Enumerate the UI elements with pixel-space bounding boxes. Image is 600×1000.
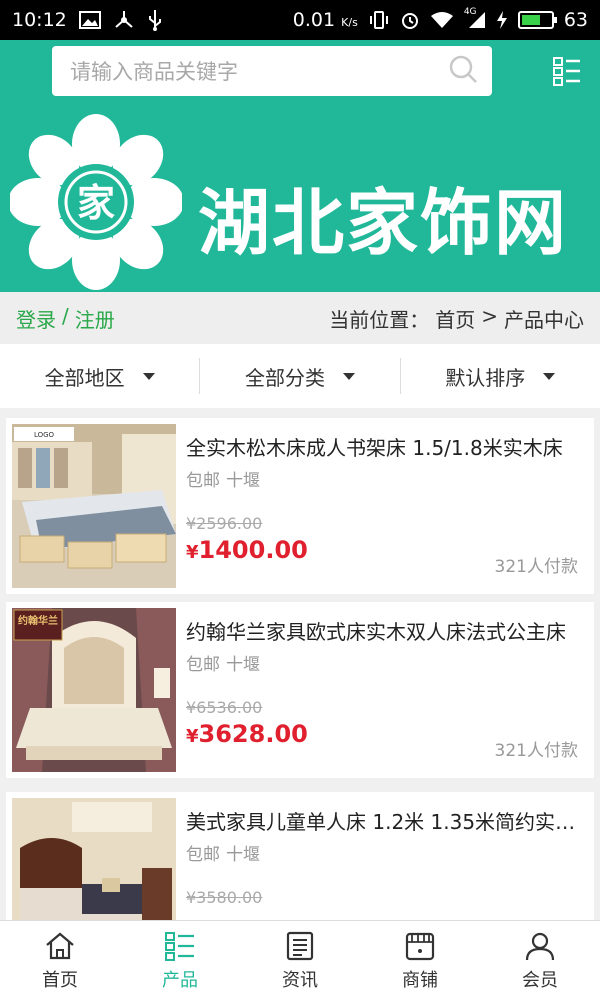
breadcrumb-home[interactable]: 首页: [435, 304, 475, 333]
dropdown-caret-icon: [342, 372, 355, 380]
filter-region-label: 全部地区: [44, 365, 125, 390]
logo-flower-icon: 家: [10, 114, 182, 290]
sold-count: 321人付款: [494, 741, 578, 761]
product-title[interactable]: 美式家具儿童单人床 1.2米 1.35米简约实木床: [186, 806, 582, 835]
status-bar: 10:12 0.01 K/s 4G 63: [0, 0, 600, 40]
breadcrumb-separator: >: [481, 303, 498, 328]
nav-news[interactable]: 资讯: [240, 921, 360, 1000]
product-list-icon: [165, 931, 194, 961]
location-bar: 登录 / 注册 当前位置： 首页 > 产品中心: [0, 292, 600, 344]
logo-char: 家: [77, 181, 115, 225]
nav-shops-label: 商铺: [402, 969, 438, 991]
network-share-icon: [113, 10, 135, 30]
product-meta: 包邮 十堰: [186, 650, 260, 675]
category-menu-icon[interactable]: [552, 56, 582, 86]
filter-sort-label: 默认排序: [445, 365, 526, 390]
product-card[interactable]: LOGO 全实木松木床成人书架床 1.5/1.8米实木床 包邮 十堰 ¥2596…: [6, 418, 594, 594]
filter-bar: 全部地区 全部分类 默认排序: [0, 344, 600, 408]
net-speed: 0.01 K/s: [292, 9, 358, 31]
product-location: 十堰: [226, 655, 260, 675]
product-title[interactable]: 约翰华兰家具欧式床实木双人床法式公主床: [186, 616, 582, 645]
svg-text:LOGO: LOGO: [34, 431, 55, 439]
nav-home[interactable]: 首页: [0, 921, 120, 1000]
brand-mark: 约翰华兰: [18, 614, 58, 627]
banner[interactable]: 家 湖北家饰网: [0, 112, 600, 292]
gallery-icon: [78, 11, 101, 29]
current-price: ¥1400.00: [186, 536, 308, 564]
login-link[interactable]: 登录: [16, 304, 56, 333]
nav-member-label: 会员: [522, 969, 558, 991]
user-icon: [525, 932, 555, 960]
product-card[interactable]: 约翰华兰 约翰华兰家具欧式床实木双人床法式公主床 包邮 十堰 ¥6536.00 …: [6, 602, 594, 778]
usb-icon: [147, 9, 163, 31]
search-input[interactable]: 请输入商品关键字: [52, 46, 492, 96]
login-separator: /: [62, 303, 69, 328]
charging-icon: [496, 10, 508, 30]
filter-category-label: 全部分类: [244, 365, 325, 390]
nav-products-label: 产品: [162, 969, 198, 991]
battery-icon: [517, 11, 557, 29]
alarm-icon: [400, 10, 420, 30]
nav-home-label: 首页: [42, 969, 78, 991]
clock: 10:12: [12, 9, 67, 31]
sold-count: 321人付款: [494, 557, 578, 577]
product-list: LOGO 全实木松木床成人书架床 1.5/1.8米实木床 包邮 十堰 ¥2596…: [0, 410, 600, 920]
wifi-icon: [430, 11, 454, 29]
shop-icon: [405, 932, 435, 960]
search-placeholder: 请输入商品关键字: [70, 60, 238, 84]
vibrate-icon: [368, 11, 390, 29]
original-price: ¥6536.00: [186, 698, 263, 717]
product-meta: 包邮 十堰: [186, 466, 260, 491]
breadcrumb: 当前位置： 首页 > 产品中心: [329, 304, 584, 333]
cell-signal-icon: 4G: [464, 7, 486, 29]
dropdown-caret-icon: [142, 372, 155, 380]
dropdown-caret-icon: [543, 372, 556, 380]
product-location: 十堰: [226, 471, 260, 491]
breadcrumb-current: 产品中心: [504, 307, 584, 332]
product-location: 十堰: [226, 845, 260, 865]
product-meta: 包邮 十堰: [186, 840, 260, 865]
product-image-kids-bed[interactable]: [12, 798, 176, 920]
product-card[interactable]: 美式家具儿童单人床 1.2米 1.35米简约实木床 包邮 十堰 ¥3580.00: [6, 792, 594, 920]
filter-region[interactable]: 全部地区: [0, 358, 199, 394]
shipping-tag: 包邮: [186, 655, 220, 675]
original-price: ¥3580.00: [186, 888, 263, 907]
location-label: 当前位置：: [329, 307, 430, 332]
filter-category[interactable]: 全部分类: [199, 358, 399, 394]
news-icon: [286, 931, 314, 960]
header: 请输入商品关键字 家 湖北家饰网: [0, 40, 600, 292]
banner-title: 湖北家饰网: [198, 181, 569, 265]
filter-sort[interactable]: 默认排序: [399, 358, 600, 394]
nav-products[interactable]: 产品: [120, 921, 240, 1000]
register-link[interactable]: 注册: [75, 304, 115, 333]
shipping-tag: 包邮: [186, 471, 220, 491]
product-image-european-bed[interactable]: 约翰华兰: [12, 608, 176, 772]
nav-news-label: 资讯: [282, 969, 318, 991]
home-icon: [46, 932, 74, 959]
product-title[interactable]: 全实木松木床成人书架床 1.5/1.8米实木床: [186, 432, 582, 461]
nav-member[interactable]: 会员: [480, 921, 600, 1000]
current-price: ¥3628.00: [186, 720, 308, 748]
nav-shops[interactable]: 商铺: [360, 921, 480, 1000]
product-image-pine-bed[interactable]: LOGO: [12, 424, 176, 588]
battery-level: 63: [563, 9, 588, 31]
bottom-nav: 首页 产品 资讯 商铺 会员: [0, 920, 600, 1000]
search-icon[interactable]: [448, 54, 478, 88]
shipping-tag: 包邮: [186, 845, 220, 865]
original-price: ¥2596.00: [186, 514, 263, 533]
